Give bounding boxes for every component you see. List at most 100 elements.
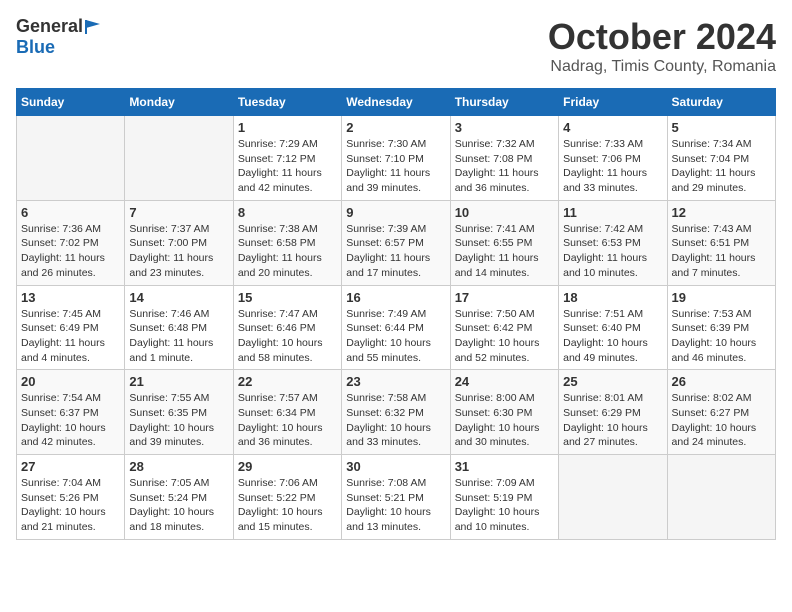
calendar-table: SundayMondayTuesdayWednesdayThursdayFrid… <box>16 88 776 540</box>
calendar-cell <box>559 455 667 540</box>
day-info: Sunrise: 8:02 AM Sunset: 6:27 PM Dayligh… <box>672 391 771 450</box>
day-number: 14 <box>129 290 228 305</box>
day-number: 17 <box>455 290 554 305</box>
day-number: 24 <box>455 374 554 389</box>
day-info: Sunrise: 7:37 AM Sunset: 7:00 PM Dayligh… <box>129 222 228 281</box>
day-info: Sunrise: 7:04 AM Sunset: 5:26 PM Dayligh… <box>21 476 120 535</box>
day-info: Sunrise: 7:55 AM Sunset: 6:35 PM Dayligh… <box>129 391 228 450</box>
title-section: October 2024 Nadrag, Timis County, Roman… <box>548 16 776 76</box>
day-info: Sunrise: 7:32 AM Sunset: 7:08 PM Dayligh… <box>455 137 554 196</box>
week-row-2: 6Sunrise: 7:36 AM Sunset: 7:02 PM Daylig… <box>17 200 776 285</box>
day-number: 19 <box>672 290 771 305</box>
day-number: 28 <box>129 459 228 474</box>
day-info: Sunrise: 7:45 AM Sunset: 6:49 PM Dayligh… <box>21 307 120 366</box>
day-number: 10 <box>455 205 554 220</box>
day-info: Sunrise: 7:57 AM Sunset: 6:34 PM Dayligh… <box>238 391 337 450</box>
calendar-cell: 6Sunrise: 7:36 AM Sunset: 7:02 PM Daylig… <box>17 200 125 285</box>
logo-blue: Blue <box>16 37 55 58</box>
day-number: 8 <box>238 205 337 220</box>
calendar-cell: 26 Sunrise: 8:02 AM Sunset: 6:27 PM Dayli… <box>667 370 775 455</box>
calendar-cell: 13 Sunrise: 7:45 AM Sunset: 6:49 PM Dayli… <box>17 285 125 370</box>
calendar-cell: 18 Sunrise: 7:51 AM Sunset: 6:40 PM Dayli… <box>559 285 667 370</box>
calendar-cell: 24 Sunrise: 8:00 AM Sunset: 6:30 PM Dayli… <box>450 370 558 455</box>
day-info: Sunrise: 7:39 AM Sunset: 6:57 PM Dayligh… <box>346 222 445 281</box>
calendar-cell: 17 Sunrise: 7:50 AM Sunset: 6:42 PM Dayli… <box>450 285 558 370</box>
calendar-cell: 15 Sunrise: 7:47 AM Sunset: 6:46 PM Dayli… <box>233 285 341 370</box>
week-row-5: 27 Sunrise: 7:04 AM Sunset: 5:26 PM Dayli… <box>17 455 776 540</box>
day-number: 26 <box>672 374 771 389</box>
day-info: Sunrise: 7:51 AM Sunset: 6:40 PM Dayligh… <box>563 307 662 366</box>
day-info: Sunrise: 7:29 AM Sunset: 7:12 PM Dayligh… <box>238 137 337 196</box>
day-info: Sunrise: 8:01 AM Sunset: 6:29 PM Dayligh… <box>563 391 662 450</box>
day-info: Sunrise: 7:30 AM Sunset: 7:10 PM Dayligh… <box>346 137 445 196</box>
calendar-cell <box>125 116 233 201</box>
day-info: Sunrise: 7:50 AM Sunset: 6:42 PM Dayligh… <box>455 307 554 366</box>
month-title: October 2024 <box>548 16 776 58</box>
weekday-header-saturday: Saturday <box>667 89 775 116</box>
day-number: 22 <box>238 374 337 389</box>
logo-general: General <box>16 16 83 37</box>
calendar-cell <box>17 116 125 201</box>
day-number: 23 <box>346 374 445 389</box>
calendar-cell: 16 Sunrise: 7:49 AM Sunset: 6:44 PM Dayli… <box>342 285 450 370</box>
day-number: 4 <box>563 120 662 135</box>
weekday-header-friday: Friday <box>559 89 667 116</box>
day-info: Sunrise: 7:08 AM Sunset: 5:21 PM Dayligh… <box>346 476 445 535</box>
calendar-cell: 30 Sunrise: 7:08 AM Sunset: 5:21 PM Dayli… <box>342 455 450 540</box>
day-number: 25 <box>563 374 662 389</box>
week-row-1: 1 Sunrise: 7:29 AM Sunset: 7:12 PM Daylig… <box>17 116 776 201</box>
day-info: Sunrise: 7:43 AM Sunset: 6:51 PM Dayligh… <box>672 222 771 281</box>
calendar-cell: 1 Sunrise: 7:29 AM Sunset: 7:12 PM Daylig… <box>233 116 341 201</box>
day-info: Sunrise: 7:49 AM Sunset: 6:44 PM Dayligh… <box>346 307 445 366</box>
calendar-cell: 23 Sunrise: 7:58 AM Sunset: 6:32 PM Dayli… <box>342 370 450 455</box>
calendar-cell: 3 Sunrise: 7:32 AM Sunset: 7:08 PM Daylig… <box>450 116 558 201</box>
week-row-4: 20Sunrise: 7:54 AM Sunset: 6:37 PM Dayli… <box>17 370 776 455</box>
logo: General Blue <box>16 16 102 58</box>
day-number: 7 <box>129 205 228 220</box>
week-row-3: 13 Sunrise: 7:45 AM Sunset: 6:49 PM Dayli… <box>17 285 776 370</box>
calendar-cell: 8 Sunrise: 7:38 AM Sunset: 6:58 PM Daylig… <box>233 200 341 285</box>
day-number: 27 <box>21 459 120 474</box>
day-info: Sunrise: 7:54 AM Sunset: 6:37 PM Dayligh… <box>21 391 120 450</box>
logo-flag-icon <box>84 18 102 36</box>
calendar-cell: 21Sunrise: 7:55 AM Sunset: 6:35 PM Dayli… <box>125 370 233 455</box>
day-number: 1 <box>238 120 337 135</box>
day-info: Sunrise: 7:46 AM Sunset: 6:48 PM Dayligh… <box>129 307 228 366</box>
day-number: 16 <box>346 290 445 305</box>
day-number: 13 <box>21 290 120 305</box>
calendar-cell: 10Sunrise: 7:41 AM Sunset: 6:55 PM Dayli… <box>450 200 558 285</box>
calendar-cell: 12 Sunrise: 7:43 AM Sunset: 6:51 PM Dayli… <box>667 200 775 285</box>
weekday-header-wednesday: Wednesday <box>342 89 450 116</box>
weekday-header-sunday: Sunday <box>17 89 125 116</box>
day-info: Sunrise: 7:34 AM Sunset: 7:04 PM Dayligh… <box>672 137 771 196</box>
day-info: Sunrise: 7:58 AM Sunset: 6:32 PM Dayligh… <box>346 391 445 450</box>
calendar-cell: 22 Sunrise: 7:57 AM Sunset: 6:34 PM Dayli… <box>233 370 341 455</box>
location-title: Nadrag, Timis County, Romania <box>548 58 776 76</box>
day-info: Sunrise: 7:42 AM Sunset: 6:53 PM Dayligh… <box>563 222 662 281</box>
calendar-cell: 4 Sunrise: 7:33 AM Sunset: 7:06 PM Daylig… <box>559 116 667 201</box>
day-info: Sunrise: 7:33 AM Sunset: 7:06 PM Dayligh… <box>563 137 662 196</box>
day-number: 15 <box>238 290 337 305</box>
calendar-cell: 27 Sunrise: 7:04 AM Sunset: 5:26 PM Dayli… <box>17 455 125 540</box>
day-number: 12 <box>672 205 771 220</box>
calendar-cell: 5Sunrise: 7:34 AM Sunset: 7:04 PM Daylig… <box>667 116 775 201</box>
header: General Blue October 2024 Nadrag, Timis … <box>16 16 776 76</box>
calendar-cell: 28Sunrise: 7:05 AM Sunset: 5:24 PM Dayli… <box>125 455 233 540</box>
calendar-cell: 7 Sunrise: 7:37 AM Sunset: 7:00 PM Daylig… <box>125 200 233 285</box>
day-number: 30 <box>346 459 445 474</box>
calendar-cell: 2Sunrise: 7:30 AM Sunset: 7:10 PM Daylig… <box>342 116 450 201</box>
day-info: Sunrise: 8:00 AM Sunset: 6:30 PM Dayligh… <box>455 391 554 450</box>
day-info: Sunrise: 7:47 AM Sunset: 6:46 PM Dayligh… <box>238 307 337 366</box>
day-number: 3 <box>455 120 554 135</box>
calendar-cell: 19Sunrise: 7:53 AM Sunset: 6:39 PM Dayli… <box>667 285 775 370</box>
weekday-header-monday: Monday <box>125 89 233 116</box>
weekday-header-thursday: Thursday <box>450 89 558 116</box>
calendar-cell: 25 Sunrise: 8:01 AM Sunset: 6:29 PM Dayli… <box>559 370 667 455</box>
day-number: 18 <box>563 290 662 305</box>
day-info: Sunrise: 7:06 AM Sunset: 5:22 PM Dayligh… <box>238 476 337 535</box>
calendar-cell: 20Sunrise: 7:54 AM Sunset: 6:37 PM Dayli… <box>17 370 125 455</box>
calendar-cell: 9Sunrise: 7:39 AM Sunset: 6:57 PM Daylig… <box>342 200 450 285</box>
weekday-header-row: SundayMondayTuesdayWednesdayThursdayFrid… <box>17 89 776 116</box>
day-info: Sunrise: 7:38 AM Sunset: 6:58 PM Dayligh… <box>238 222 337 281</box>
calendar-cell: 29Sunrise: 7:06 AM Sunset: 5:22 PM Dayli… <box>233 455 341 540</box>
